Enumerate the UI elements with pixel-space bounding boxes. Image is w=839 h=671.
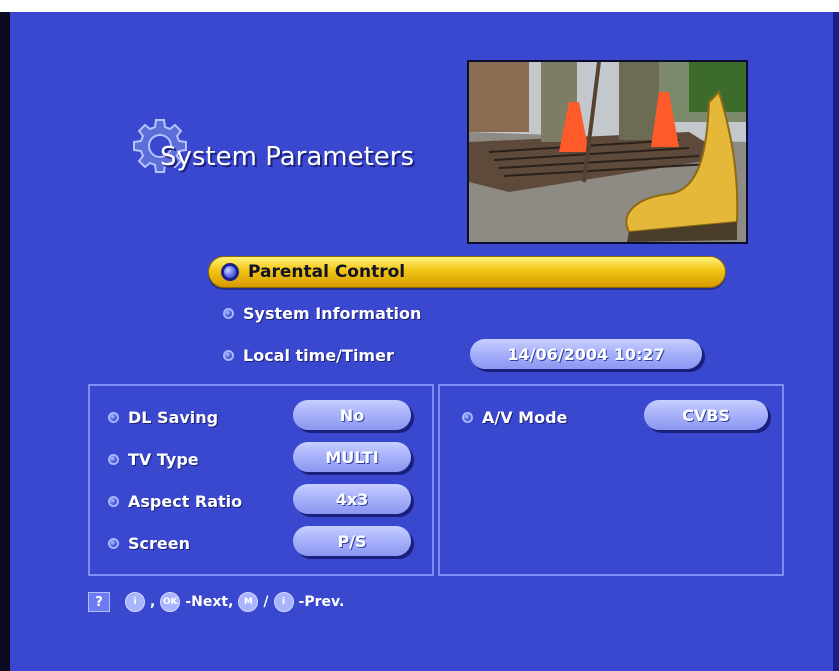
setting-label-av-mode: A/V Mode [462, 408, 567, 427]
menu-item-parental-control[interactable]: Parental Control [208, 256, 726, 288]
setting-label: DL Saving [128, 408, 219, 427]
menu-key-icon: M [238, 592, 259, 612]
selected-bullet-icon [221, 263, 239, 281]
bullet-icon [462, 412, 473, 423]
tv-type-value[interactable]: MULTI [293, 442, 411, 472]
tv-screen: System Parameters Parental Control Syste… [0, 12, 839, 671]
datetime-display: 14/06/2004 10:27 [470, 339, 702, 369]
setting-label: TV Type [128, 450, 199, 469]
setting-label: Aspect Ratio [128, 492, 243, 511]
aspect-ratio-value[interactable]: 4x3 [293, 484, 411, 514]
prev-key-icon: i [273, 592, 294, 612]
menu-item-row: Parental Control [209, 257, 725, 287]
bullet-icon [223, 350, 234, 361]
settings-panel-right: A/V Mode CVBS [438, 384, 784, 576]
av-mode-value[interactable]: CVBS [644, 400, 768, 430]
bullet-icon [108, 538, 119, 549]
help-prev-text: -Prev. [298, 594, 345, 610]
menu-item-system-information[interactable]: System Information [223, 304, 421, 323]
help-icon[interactable]: ? [88, 592, 110, 612]
bullet-icon [223, 308, 234, 319]
help-bar: ? i , OK -Next, M / i -Prev. [88, 592, 346, 612]
bullet-icon [108, 412, 119, 423]
setting-label-tv-type: TV Type [108, 450, 199, 469]
menu-item-label: Local time/Timer [243, 346, 394, 365]
setting-label-screen: Screen [108, 534, 190, 553]
bullet-icon [108, 454, 119, 465]
setting-label: Screen [128, 534, 190, 553]
dl-saving-value[interactable]: No [293, 400, 411, 430]
page-title: System Parameters [160, 142, 415, 172]
screen-value[interactable]: P/S [293, 526, 411, 556]
setting-label-aspect-ratio: Aspect Ratio [108, 492, 242, 511]
help-separator: , [150, 594, 156, 610]
setting-label-dl-saving: DL Saving [108, 408, 218, 427]
help-next-text: -Next, [185, 594, 234, 610]
bullet-icon [108, 496, 119, 507]
screen-left-edge [0, 12, 10, 671]
settings-panel-left: DL Saving No TV Type MULTI Aspect Ratio … [88, 384, 434, 576]
info-key-icon: i [125, 592, 145, 612]
help-slash: / [263, 594, 269, 610]
video-preview [467, 60, 748, 244]
menu-item-label: Parental Control [248, 262, 406, 282]
menu-item-label: System Information [243, 304, 422, 323]
screen-right-edge [833, 12, 839, 671]
preview-image [469, 62, 746, 242]
ok-key-icon: OK [160, 592, 181, 612]
setting-label: A/V Mode [482, 408, 568, 427]
menu-item-local-time-timer[interactable]: Local time/Timer [223, 346, 394, 365]
